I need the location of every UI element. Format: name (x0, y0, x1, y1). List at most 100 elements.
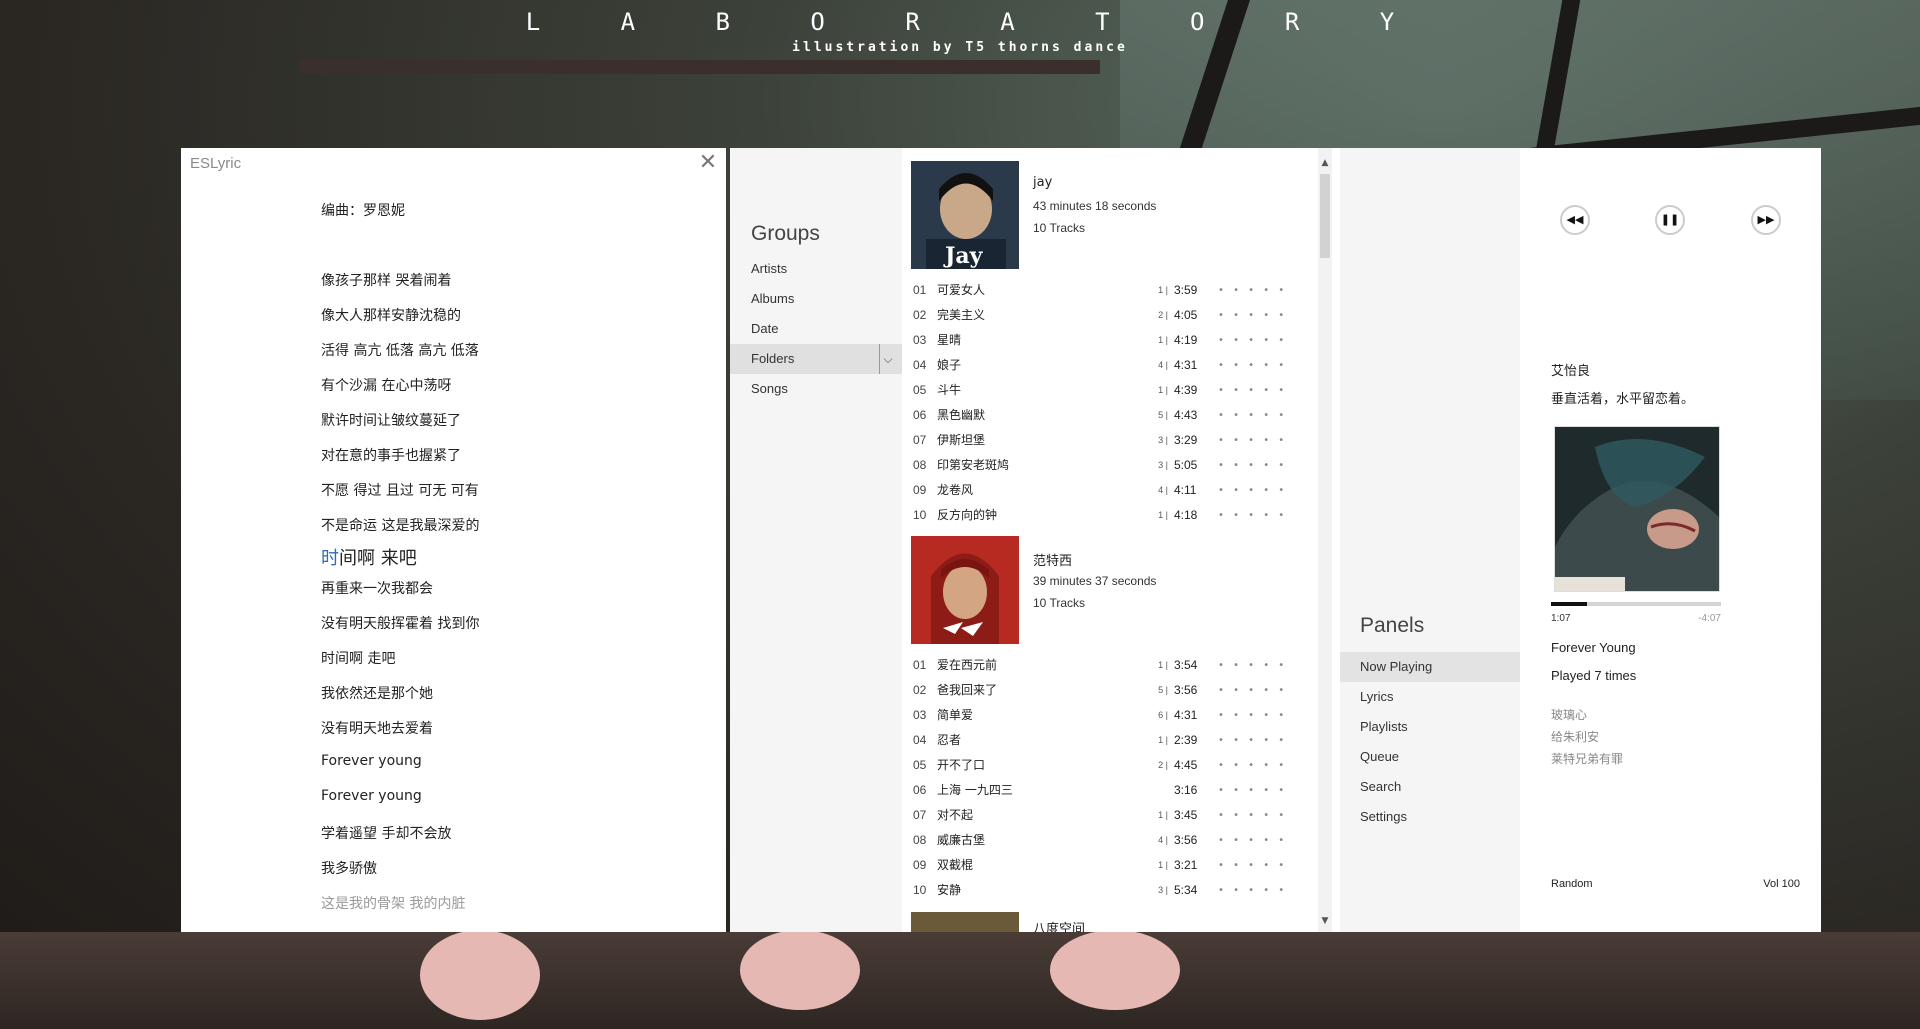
track-row[interactable]: 10 反方向的钟 1 | 4:18 • • • • • (902, 503, 1322, 528)
group-item-date[interactable]: Date (730, 314, 902, 344)
lyric-line-text: 时间啊 走吧 (321, 651, 396, 667)
track-row[interactable]: 05 开不了口 2 | 4:45 • • • • • (902, 753, 1322, 778)
track-number: 03 (913, 708, 927, 722)
track-length: 4:19 (1174, 333, 1198, 347)
album-header[interactable]: Jay jay 43 minutes 18 seconds 10 Tracks (911, 161, 1331, 271)
panel-item-now-playing[interactable]: Now Playing (1340, 652, 1520, 682)
track-row[interactable]: 07 对不起 1 | 3:45 • • • • • (902, 803, 1322, 828)
previous-button[interactable]: ◀◀ (1560, 205, 1590, 235)
rating-dots[interactable]: • • • • • (1218, 853, 1287, 878)
scroll-up-icon[interactable]: ▲ (1318, 156, 1332, 170)
panel-item-settings[interactable]: Settings (1340, 802, 1520, 832)
rating-dots[interactable]: • • • • • (1218, 503, 1287, 528)
lyric-line: 编曲：罗恩妮 (321, 200, 405, 220)
rating-dots[interactable]: • • • • • (1218, 878, 1287, 903)
seek-bar[interactable] (1551, 602, 1721, 606)
related-track[interactable]: 给朱利安 (1551, 728, 1599, 745)
library-list[interactable]: Jay jay 43 minutes 18 seconds 10 Tracks … (902, 148, 1332, 932)
library-scrollbar[interactable]: ▲ ▼ (1318, 148, 1332, 932)
track-row[interactable]: 06 黑色幽默 5 | 4:43 • • • • • (902, 403, 1322, 428)
track-row[interactable]: 06 上海 一九四三 3:16 • • • • • (902, 778, 1322, 803)
next-button[interactable]: ▶▶ (1751, 205, 1781, 235)
album-header[interactable]: 八度空间 (911, 912, 1331, 932)
track-length: 2:39 (1174, 733, 1198, 747)
rating-dots[interactable]: • • • • • (1218, 678, 1287, 703)
rating-dots[interactable]: • • • • • (1218, 803, 1287, 828)
rating-dots[interactable]: • • • • • (1218, 303, 1287, 328)
track-disc: 1 | (1158, 510, 1168, 520)
track-row[interactable]: 09 双截棍 1 | 3:21 • • • • • (902, 853, 1322, 878)
rating-dots[interactable]: • • • • • (1218, 403, 1287, 428)
track-row[interactable]: 04 忍者 1 | 2:39 • • • • • (902, 728, 1322, 753)
group-item-artists[interactable]: Artists (730, 254, 902, 284)
rating-dots[interactable]: • • • • • (1218, 703, 1287, 728)
rating-dots[interactable]: • • • • • (1218, 428, 1287, 453)
now-playing-artist: 艾怡良 (1551, 364, 1591, 379)
track-row[interactable]: 10 安静 3 | 5:34 • • • • • (902, 878, 1322, 903)
rating-dots[interactable]: • • • • • (1218, 328, 1287, 353)
wallpaper-desk (0, 932, 1920, 1029)
lyric-line-text: Forever young (321, 753, 422, 769)
close-icon[interactable]: ✕ (696, 151, 720, 175)
pause-button[interactable]: ❚❚ (1655, 205, 1685, 235)
lyric-line-current-highlight: 时 (321, 548, 339, 569)
track-title: 双截棍 (937, 858, 974, 872)
lyric-line-text: 有个沙漏 在心中荡呀 (321, 378, 452, 394)
album-cover-text: Jay (943, 243, 984, 269)
panels-heading: Panels (1360, 614, 1425, 637)
track-number: 07 (913, 808, 927, 822)
panel-item-lyrics[interactable]: Lyrics (1340, 682, 1520, 712)
group-item-songs[interactable]: Songs (730, 374, 902, 404)
lyric-line: 活得 高亢 低落 高亢 低落 (321, 340, 479, 360)
track-row[interactable]: 03 星晴 1 | 4:19 • • • • • (902, 328, 1322, 353)
group-item-albums[interactable]: Albums (730, 284, 902, 314)
rating-dots[interactable]: • • • • • (1218, 453, 1287, 478)
lyric-line-text: 对在意的事手也握紧了 (321, 448, 461, 464)
rating-dots[interactable]: • • • • • (1218, 278, 1287, 303)
track-row[interactable]: 08 印第安老斑鸠 3 | 5:05 • • • • • (902, 453, 1322, 478)
rating-dots[interactable]: • • • • • (1218, 378, 1287, 403)
scrollbar-thumb[interactable] (1320, 174, 1330, 258)
track-row[interactable]: 04 娘子 4 | 4:31 • • • • • (902, 353, 1322, 378)
rating-dots[interactable]: • • • • • (1218, 653, 1287, 678)
lyric-line: 时间啊 走吧 (321, 648, 395, 668)
scroll-down-icon[interactable]: ▼ (1318, 914, 1332, 928)
track-disc: 1 | (1158, 285, 1168, 295)
track-number: 02 (913, 683, 927, 697)
panel-item-queue[interactable]: Queue (1340, 742, 1520, 772)
track-row[interactable]: 01 可爱女人 1 | 3:59 • • • • • (902, 278, 1322, 303)
rating-dots[interactable]: • • • • • (1218, 353, 1287, 378)
player-window[interactable]: Groups Artists Albums Date Folders ⌵ Song… (730, 148, 1821, 932)
track-row[interactable]: 09 龙卷风 4 | 4:11 • • • • • (902, 478, 1322, 503)
panel-item-search[interactable]: Search (1340, 772, 1520, 802)
group-item-folders[interactable]: Folders ⌵ (730, 344, 902, 374)
rating-dots[interactable]: • • • • • (1218, 478, 1287, 503)
track-row[interactable]: 02 完美主义 2 | 4:05 • • • • • (902, 303, 1322, 328)
lyric-line-text: 再重来一次我都会 (321, 581, 433, 597)
panel-item-playlists[interactable]: Playlists (1340, 712, 1520, 742)
track-row[interactable]: 02 爸我回来了 5 | 3:56 • • • • • (902, 678, 1322, 703)
track-row[interactable]: 05 斗牛 1 | 4:39 • • • • • (902, 378, 1322, 403)
track-row[interactable]: 01 爱在西元前 1 | 3:54 • • • • • (902, 653, 1322, 678)
volume-control[interactable]: Vol 100 (1730, 878, 1800, 890)
rating-dots[interactable]: • • • • • (1218, 828, 1287, 853)
rating-dots[interactable]: • • • • • (1218, 753, 1287, 778)
related-track[interactable]: 莱特兄弟有罪 (1551, 750, 1623, 767)
track-length: 5:05 (1174, 458, 1198, 472)
now-playing-cover-art (1555, 427, 1719, 591)
rating-dots[interactable]: • • • • • (1218, 778, 1287, 803)
track-length: 3:56 (1174, 833, 1198, 847)
playback-mode[interactable]: Random (1551, 878, 1593, 890)
rating-dots[interactable]: • • • • • (1218, 728, 1287, 753)
track-length: 4:31 (1174, 358, 1198, 372)
track-row[interactable]: 07 伊斯坦堡 3 | 3:29 • • • • • (902, 428, 1322, 453)
related-track[interactable]: 玻璃心 (1551, 706, 1587, 723)
album-cover-art: Jay (911, 161, 1019, 269)
track-row[interactable]: 03 简单爱 6 | 4:31 • • • • • (902, 703, 1322, 728)
track-row[interactable]: 08 威廉古堡 4 | 3:56 • • • • • (902, 828, 1322, 853)
album-header[interactable]: 范特西 39 minutes 37 seconds 10 Tracks (911, 536, 1331, 646)
eslyric-window[interactable]: ESLyric ✕ 编曲：罗恩妮 像孩子那样 哭着闹着 像大人那样安静沈稳的 活… (181, 148, 726, 932)
chevron-down-icon[interactable]: ⌵ (879, 344, 896, 374)
lyric-line-current: 时间啊 来吧 (321, 544, 417, 570)
lyric-line-text: 这是我的骨架 我的内脏 (321, 896, 466, 912)
